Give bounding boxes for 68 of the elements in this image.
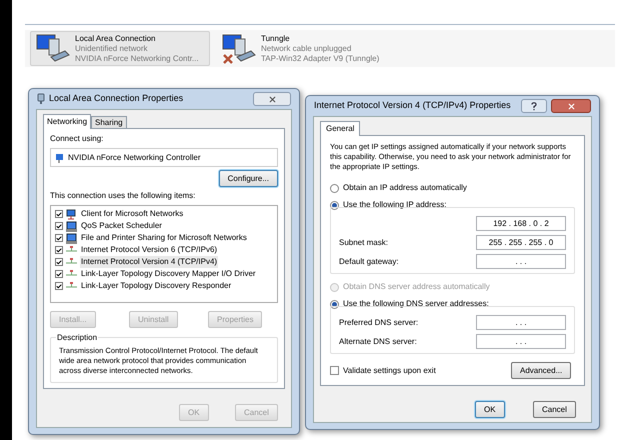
radio-button[interactable] <box>330 300 339 308</box>
radio-button[interactable] <box>330 200 339 210</box>
adapter-name: NVIDIA nForce Networking Controller <box>68 152 200 164</box>
field-label: Default gateway: <box>339 256 399 268</box>
field-label: Preferred DNS server: <box>339 316 418 328</box>
list-item[interactable]: File and Printer Sharing for Microsoft Networks <box>80 232 248 244</box>
protocol-icon <box>66 246 77 254</box>
radio-label: Use the following DNS server addresses: <box>343 298 489 310</box>
close-icon <box>268 94 276 104</box>
ip-address-field[interactable]: . . . <box>476 334 566 349</box>
list-item[interactable]: Internet Protocol Version 4 (TCP/IPv4) <box>80 256 218 268</box>
radio-label: Obtain an IP address automatically <box>343 182 467 194</box>
dialog-button[interactable]: Cancel <box>533 401 576 418</box>
checkbox-label: Validate settings upon exit <box>343 364 436 376</box>
service-icon <box>66 220 77 232</box>
ip-address-field[interactable]: 255 . 255 . 255 . 0 <box>476 235 566 250</box>
service-icon <box>66 232 77 244</box>
tab[interactable]: Sharing <box>91 116 127 129</box>
ip-address-field[interactable]: 192 . 168 . 0 . 2 <box>476 216 566 231</box>
checkbox[interactable] <box>330 366 339 375</box>
checkbox[interactable] <box>55 210 63 218</box>
connection-status: Network cable unplugged <box>261 44 352 54</box>
field-label: Alternate DNS server: <box>339 336 417 348</box>
connection-name: Tunngle <box>261 34 291 44</box>
protocol-icon <box>66 282 77 290</box>
list-item[interactable]: Internet Protocol Version 6 (TCP/IPv6) <box>80 244 218 256</box>
help-button[interactable] <box>521 99 547 113</box>
checkbox[interactable] <box>55 258 63 266</box>
field-label: Subnet mask: <box>339 236 388 248</box>
section-label: Connect using: <box>50 133 104 145</box>
window-title: Internet Protocol Version 4 (TCP/IPv4) Properties <box>314 99 512 112</box>
radio-label: Obtain DNS server address automatically <box>343 281 490 293</box>
list-item[interactable]: QoS Packet Scheduler <box>80 220 163 232</box>
list-item[interactable]: Client for Microsoft Networks <box>80 208 184 220</box>
close-button[interactable] <box>253 92 291 106</box>
radio-button[interactable] <box>330 184 339 192</box>
help-icon <box>531 102 537 110</box>
list-item[interactable]: Link-Layer Topology Discovery Responder <box>80 280 232 292</box>
tab[interactable]: General <box>320 121 360 136</box>
network-connection-tile[interactable]: Tunngle Network cable unplugged TAP-Win32 Adapter V9 (Tunngle) <box>216 31 396 66</box>
checkbox[interactable] <box>55 270 63 278</box>
network-connection-tile[interactable]: Local Area Connection Unidentified network NVIDIA nForce Networking Contr... <box>30 31 210 66</box>
checkbox[interactable] <box>55 282 63 290</box>
client-icon <box>66 208 77 220</box>
checkbox[interactable] <box>55 234 63 242</box>
checkbox[interactable] <box>55 222 63 230</box>
network-adapter-icon <box>55 152 64 162</box>
configure-button[interactable]: Configure... <box>218 170 278 187</box>
close-icon <box>566 102 576 110</box>
close-button[interactable] <box>551 99 591 113</box>
radio-label: Use the following IP address: <box>343 199 446 211</box>
protocol-icon <box>66 258 77 266</box>
window-title: Local Area Connection Properties <box>49 92 184 106</box>
ip-address-field[interactable]: . . . <box>476 315 566 330</box>
group-title: Description <box>56 332 98 344</box>
network-adapter-icon <box>37 93 45 105</box>
protocol-icon <box>66 270 77 278</box>
connection-status: Unidentified network <box>75 44 148 54</box>
adapter-name: NVIDIA nForce Networking Contr... <box>75 54 199 64</box>
ip-address-field[interactable]: . . . <box>476 254 566 269</box>
dialog-button[interactable]: OK <box>475 401 505 418</box>
list-item[interactable]: Link-Layer Topology Discovery Mapper I/O Driver <box>80 268 257 280</box>
connection-name: Local Area Connection <box>75 34 156 44</box>
tab[interactable]: Networking <box>43 114 92 129</box>
adapter-name: TAP-Win32 Adapter V9 (Tunngle) <box>261 54 380 64</box>
section-label: This connection uses the following items: <box>50 190 196 202</box>
checkbox[interactable] <box>55 246 63 254</box>
advanced-button[interactable]: Advanced... <box>511 362 572 379</box>
